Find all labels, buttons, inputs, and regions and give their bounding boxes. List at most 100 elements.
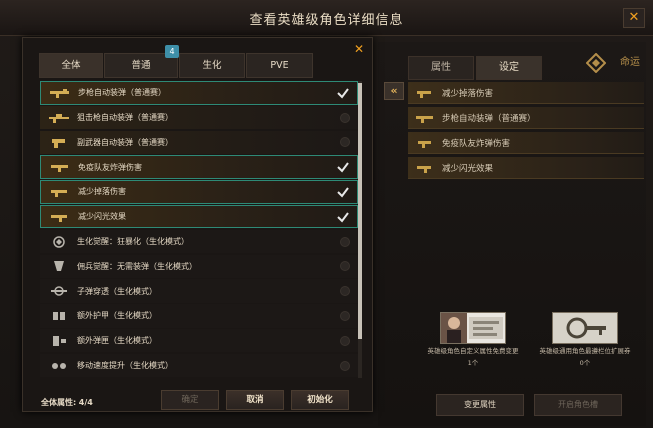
item-label: 生化觉醒：狂暴化（生化模式） [77,237,189,247]
unchecked-indicator [340,360,350,371]
checkmark-icon [337,187,349,198]
list-item[interactable]: 狙击枪自动装弹（普通赛） [40,105,358,130]
pistol-icon [52,139,65,149]
list-item[interactable]: 减少掉落伤害 [40,180,358,204]
settings-list: 减少掉落伤害 步枪自动装弹（普通赛） 免疫队友炸弹伤害 减少闪光效果 [408,82,644,182]
unchecked-indicator [340,310,350,321]
item-label: 步枪自动装弹（普通赛） [78,88,166,98]
brand-emblem-icon [586,53,606,73]
key-icon [553,313,617,343]
confirm-button[interactable]: 确定 [161,390,219,410]
mercenary-icon [54,261,64,272]
setting-label: 减少闪光效果 [442,163,494,174]
total-value: 4/4 [78,398,93,407]
cancel-button[interactable]: 取消 [226,390,284,410]
brand-logo: 命运 [586,52,640,74]
window-close-button[interactable]: ✕ [623,8,645,28]
character-portrait-icon [441,313,503,343]
setting-item: 免疫队友炸弹伤害 [408,132,644,154]
tab-all[interactable]: 全体 [39,53,103,78]
item-label: 移动速度提升（生化模式） [77,361,173,371]
list-item[interactable]: 子弹穿透（生化模式） [40,279,358,303]
item-label: 子弹穿透（生化模式） [77,286,157,296]
checkmark-icon [337,162,349,173]
card-count: 1个 [467,359,479,367]
tab-normal[interactable]: 普通 4 [104,45,179,78]
window: 查看英雄级角色详细信息 ✕ 属性 设定 命运 « 减少掉落伤害 步枪自动装弹（普… [0,0,653,428]
checkmark-icon [337,88,349,99]
category-tabs: 全体 普通 4 生化 PVE [39,45,314,78]
tab-settings[interactable]: 设定 [476,56,542,80]
setting-item: 步枪自动装弹（普通赛） [408,107,644,129]
item-label: 减少掉落伤害 [78,187,126,197]
window-title: 查看英雄级角色详细信息 [249,13,404,28]
checkmark-icon [337,212,349,223]
unchecked-indicator [340,112,350,123]
armor-icon [53,311,65,320]
reset-button[interactable]: 初始化 [291,390,349,410]
right-tabs: 属性 设定 [408,56,544,80]
rifle-icon [50,88,69,98]
setting-label: 减少掉落伤害 [442,88,494,99]
unchecked-indicator [340,286,350,297]
list-item[interactable]: 免疫队友炸弹伤害 [40,155,358,179]
list-item[interactable]: 额外护甲（生化模式） [40,304,358,328]
list-item[interactable]: 额外弹匣（生化模式） [40,328,358,353]
dialog-close-button[interactable]: ✕ [352,42,366,56]
speed-icon [52,362,66,369]
attribute-list: 步枪自动装弹（普通赛） 狙击枪自动装弹（普通赛） 副武器自动装弹（普通赛） 免疫… [40,81,358,381]
berserk-icon [53,235,65,248]
grenade-icon [418,140,431,148]
tab-label: 全体 [61,60,81,71]
title-bar: 查看英雄级角色详细信息 ✕ [0,0,653,36]
tab-pve[interactable]: PVE [246,53,313,78]
list-item[interactable]: 步枪自动装弹（普通赛） [40,81,358,105]
list-item[interactable]: 副武器自动装弹（普通赛） [40,130,358,155]
list-item[interactable]: 移动速度提升（生化模式） [40,353,358,378]
card-count: 0个 [579,359,591,367]
unchecked-indicator [340,261,350,272]
list-item[interactable]: 佣兵觉醒：无需装弹（生化模式） [40,254,358,279]
setting-label: 步枪自动装弹（普通赛） [442,113,536,124]
tab-label: 生化 [202,60,222,71]
grenade-icon [51,165,68,173]
collapse-button[interactable]: « [384,82,404,100]
item-label: 狙击枪自动装弹（普通赛） [77,113,173,123]
change-attributes-button[interactable]: 变更属性 [436,394,524,416]
flash-icon [417,165,431,173]
list-item[interactable]: 生化觉醒：狂暴化（生化模式） [40,229,358,254]
item-label: 额外弹匣（生化模式） [77,336,157,346]
fall-damage-icon [417,90,431,98]
rifle-icon [416,115,433,123]
slot-card-image [552,312,618,344]
item-label: 佣兵觉醒：无需装弹（生化模式） [77,261,197,271]
character-card-image [440,312,506,344]
scroll-thumb[interactable] [358,83,362,339]
tab-label: PVE [270,60,289,71]
open-slot-button[interactable]: 开启角色槽 [534,394,622,416]
tab-label: 普通 [131,60,151,71]
slot-expand-card[interactable]: 英雄级通用角色最遵栏位扩展券 0个 [530,312,640,368]
unchecked-indicator [340,236,350,247]
item-label: 副武器自动装弹（普通赛） [77,137,173,147]
card-caption: 英雄级通用角色最遵栏位扩展券 [539,347,631,355]
brand-text: 命运 [620,57,640,68]
attribute-dialog: ✕ 全体 普通 4 生化 PVE 步枪自动装弹（普通赛） 狙击枪自动装弹（普通赛… [22,37,373,412]
unchecked-indicator [340,137,350,148]
magazine-icon [53,335,66,346]
list-scrollbar[interactable] [358,81,362,378]
item-label: 减少闪光效果 [78,212,126,222]
list-item[interactable]: 减少闪光效果 [40,204,358,229]
setting-item: 减少闪光效果 [408,157,644,179]
tab-bio[interactable]: 生化 [179,53,245,78]
tab-attributes[interactable]: 属性 [408,56,474,80]
item-label: 免疫队友炸弹伤害 [78,162,142,172]
setting-label: 免疫队友炸弹伤害 [442,138,511,149]
unchecked-indicator [340,335,350,346]
item-label: 额外护甲（生化模式） [77,311,157,321]
fall-damage-icon [51,189,67,197]
count-badge: 4 [165,45,179,58]
sniper-icon [49,113,69,123]
attribute-change-card[interactable]: 英雄级角色自定义属性免费变更 1个 [418,312,528,368]
right-panel: 属性 设定 命运 « 减少掉落伤害 步枪自动装弹（普通赛） 免疫队友炸弹伤害 减… [378,42,646,426]
